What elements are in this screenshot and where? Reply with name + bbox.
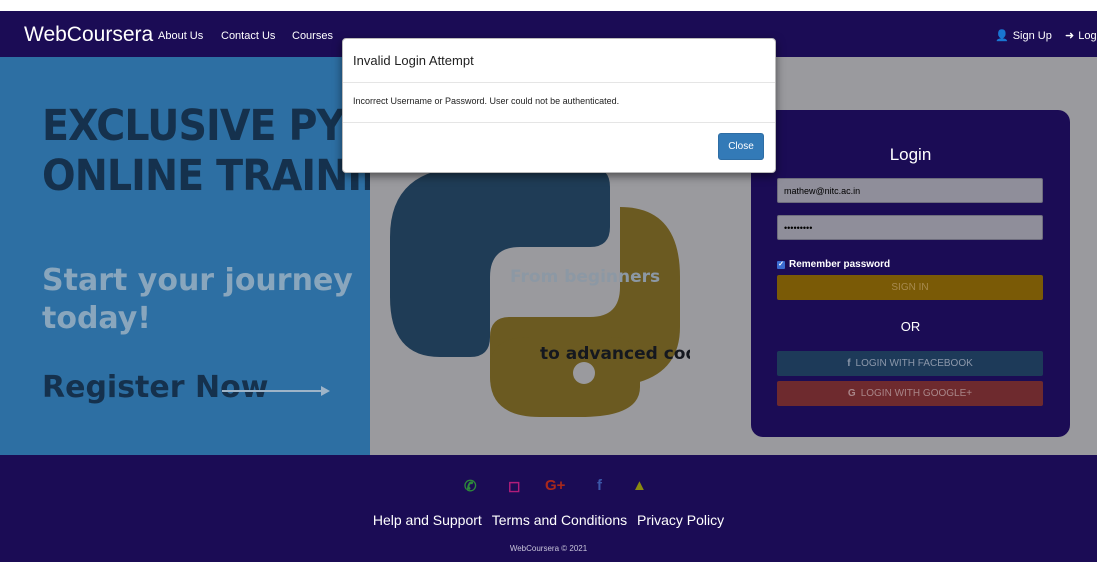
invalid-login-dialog: Invalid Login Attempt Incorrect Username… xyxy=(342,38,776,173)
modal-title: Invalid Login Attempt xyxy=(353,53,474,68)
modal-message: Incorrect Username or Password. User cou… xyxy=(353,96,620,106)
modal-divider xyxy=(343,122,775,123)
modal-divider xyxy=(343,82,775,83)
close-button[interactable]: Close xyxy=(718,133,764,160)
